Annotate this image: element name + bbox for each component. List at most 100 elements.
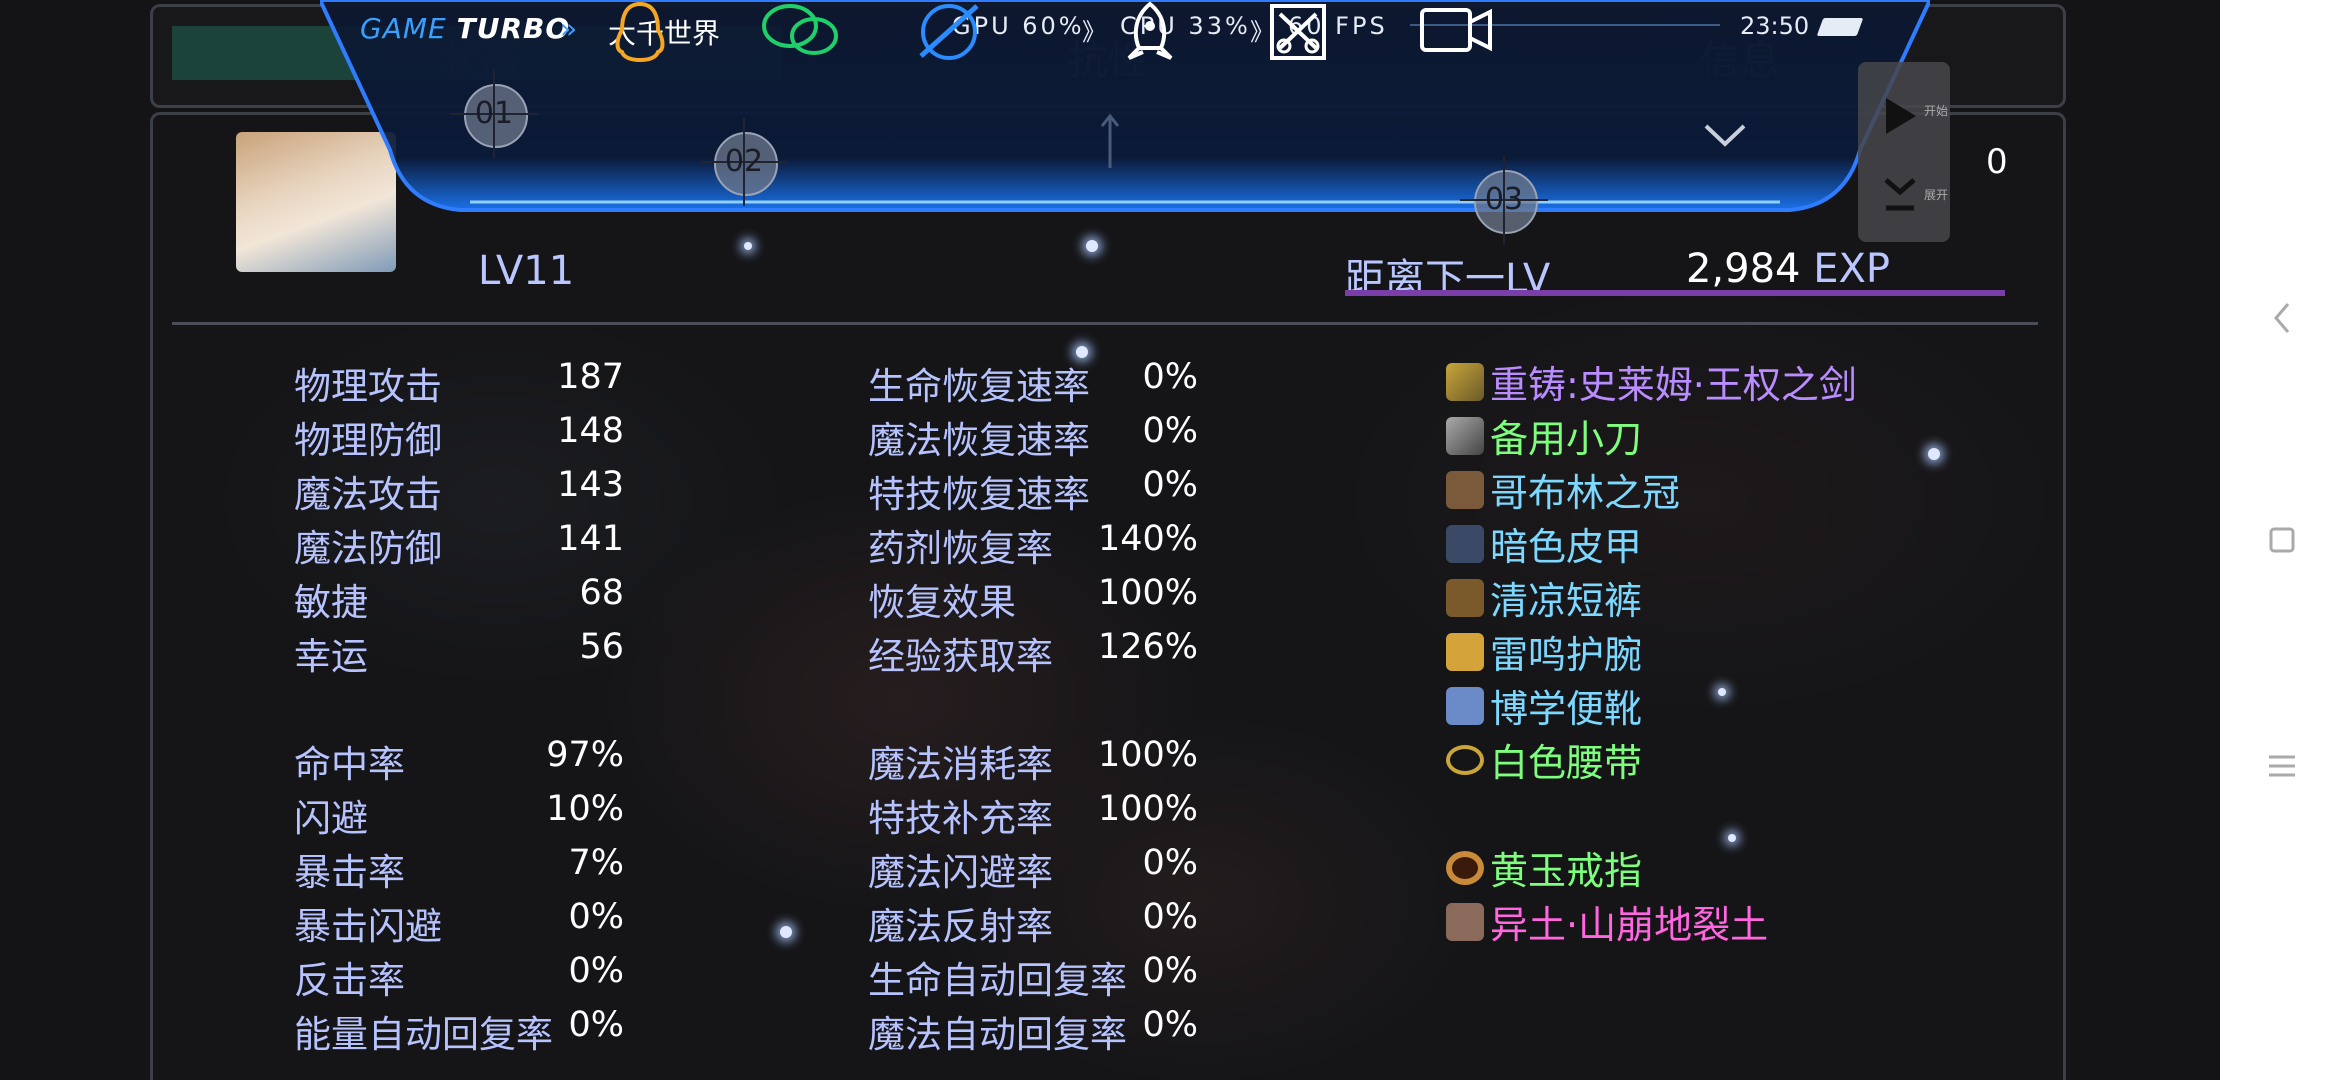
- stat-label: 药剂恢复率: [868, 527, 1053, 570]
- equip-slot-ring[interactable]: 黄玉戒指: [1446, 840, 1642, 895]
- turbo-brand-a: GAME: [360, 12, 447, 45]
- equip-name: 异土·山崩地裂土: [1490, 903, 1769, 947]
- stat-label: 反击率: [294, 959, 405, 1002]
- system-nav-bar: [2220, 0, 2340, 1080]
- equip-slot-offhand[interactable]: 备用小刀: [1446, 408, 1642, 463]
- equip-name: 博学便靴: [1490, 687, 1643, 731]
- equip-slot-legs[interactable]: 清凉短裤: [1446, 570, 1642, 625]
- sparkle: [1076, 346, 1088, 358]
- stat-value: 148: [557, 411, 624, 451]
- game-screen: 状态 抗性 信息 LV11 距离下一LV 2,984 EXP 0 物理攻击 18…: [0, 0, 2220, 1080]
- exp-unit: EXP: [1813, 246, 1890, 292]
- stat-label: 物理防御: [294, 419, 442, 462]
- equip-slot-weapon[interactable]: 重铸:史莱姆·王权之剑: [1446, 354, 1857, 409]
- wechat-icon[interactable]: [760, 0, 840, 60]
- back-icon[interactable]: [2270, 300, 2294, 336]
- stat-value: 141: [557, 519, 624, 559]
- stat-value: 0%: [1142, 843, 1198, 883]
- collapse-icon[interactable]: [1880, 174, 1920, 214]
- exp-progress-bar: [1345, 290, 2005, 296]
- equip-name: 黄玉戒指: [1490, 849, 1643, 893]
- boots-icon: [1446, 686, 1484, 725]
- equip-name: 暗色皮甲: [1490, 525, 1643, 569]
- qq-icon[interactable]: [610, 0, 670, 64]
- stat-label: 魔法攻击: [294, 473, 442, 516]
- knife-icon: [1446, 416, 1484, 455]
- stat-value: 100%: [1097, 789, 1198, 829]
- turbo-sep: 》: [1082, 18, 1109, 46]
- screenshot-icon[interactable]: [1266, 0, 1330, 64]
- stat-value: 0%: [1142, 465, 1198, 505]
- stat-value: 56: [579, 627, 624, 667]
- marker-crosshair[interactable]: 03: [1460, 156, 1548, 244]
- recents-icon[interactable]: [2268, 526, 2296, 554]
- equip-slot-belt[interactable]: 白色腰带: [1446, 732, 1642, 787]
- turbo-arrows: »: [560, 12, 578, 45]
- bracer-icon: [1446, 632, 1484, 671]
- side-label-expand: 展开: [1924, 188, 1949, 202]
- browser-icon[interactable]: [915, 0, 985, 64]
- stat-label: 生命自动回复率: [868, 959, 1127, 1002]
- stat-label: 物理攻击: [294, 365, 442, 408]
- sparkle: [1928, 448, 1940, 460]
- earth-icon: [1446, 902, 1484, 941]
- equip-slot-earth[interactable]: 异土·山崩地裂土: [1446, 894, 1768, 949]
- pants-icon: [1446, 578, 1484, 617]
- equip-slot-arms[interactable]: 雷鸣护腕: [1446, 624, 1642, 679]
- turbo-brand-b: TURBO: [456, 12, 571, 45]
- stat-value: 0%: [1142, 1005, 1198, 1045]
- play-icon[interactable]: [1880, 94, 1920, 138]
- stat-value: 0%: [568, 897, 624, 937]
- sparkle: [1086, 240, 1098, 252]
- stat-label: 闪避: [294, 797, 368, 840]
- sparkle: [780, 926, 792, 938]
- chevron-down-icon[interactable]: [1700, 120, 1750, 150]
- sparkle: [744, 242, 752, 250]
- stat-label: 幸运: [294, 635, 368, 678]
- menu-icon[interactable]: [2266, 752, 2298, 780]
- marker-label: 03: [1484, 182, 1524, 217]
- pin-icon: [1100, 113, 1120, 168]
- battery-icon: [1816, 18, 1864, 36]
- stat-label: 敏捷: [294, 581, 368, 624]
- stat-label: 暴击率: [294, 851, 405, 894]
- level-label: LV11: [478, 248, 575, 294]
- stat-value: 140%: [1097, 519, 1198, 559]
- stat-label: 暴击闪避: [294, 905, 442, 948]
- equip-name: 重铸:史莱姆·王权之剑: [1490, 363, 1857, 407]
- boost-rocket-icon[interactable]: [1115, 0, 1185, 64]
- stat-value: 126%: [1097, 627, 1198, 667]
- stat-value: 7%: [568, 843, 624, 883]
- stat-label: 生命恢复速率: [868, 365, 1090, 408]
- stat-label: 魔法恢复速率: [868, 419, 1090, 462]
- marker-crosshair[interactable]: 01: [450, 70, 538, 158]
- equip-slot-feet[interactable]: 博学便靴: [1446, 678, 1642, 733]
- stat-value: 100%: [1097, 573, 1198, 613]
- equip-name: 清凉短裤: [1490, 579, 1643, 623]
- stat-value: 10%: [546, 789, 624, 829]
- equip-name: 白色腰带: [1490, 741, 1643, 785]
- stat-value: 0%: [568, 1005, 624, 1045]
- side-control-panel: 开始 展开: [1858, 62, 1950, 242]
- stat-label: 特技补充率: [868, 797, 1053, 840]
- stat-label: 恢复效果: [868, 581, 1016, 624]
- sword-icon: [1446, 362, 1484, 401]
- stat-label: 魔法防御: [294, 527, 442, 570]
- turbo-brand: GAME TURBO: [360, 12, 570, 45]
- sparkle: [1718, 688, 1726, 696]
- equip-slot-head[interactable]: 哥布林之冠: [1446, 462, 1680, 517]
- game-turbo-overlay: GAME TURBO » 大千世界 GPU 60% 》 CPU 33% 》 60…: [320, 0, 1930, 222]
- stat-value: 0%: [1142, 951, 1198, 991]
- side-label-start: 开始: [1924, 104, 1949, 118]
- exp-number: 2,984: [1685, 246, 1801, 292]
- side-counter: 0: [1986, 142, 2008, 182]
- equip-slot-body[interactable]: 暗色皮甲: [1446, 516, 1642, 571]
- record-video-icon[interactable]: [1416, 0, 1496, 60]
- marker-label: 01: [474, 96, 514, 131]
- stat-value: 0%: [1142, 897, 1198, 937]
- marker-crosshair[interactable]: 02: [700, 118, 788, 206]
- stat-value: 143: [557, 465, 624, 505]
- equip-name: 哥布林之冠: [1490, 471, 1681, 515]
- stat-label: 经验获取率: [868, 635, 1053, 678]
- header-divider: [172, 322, 2038, 325]
